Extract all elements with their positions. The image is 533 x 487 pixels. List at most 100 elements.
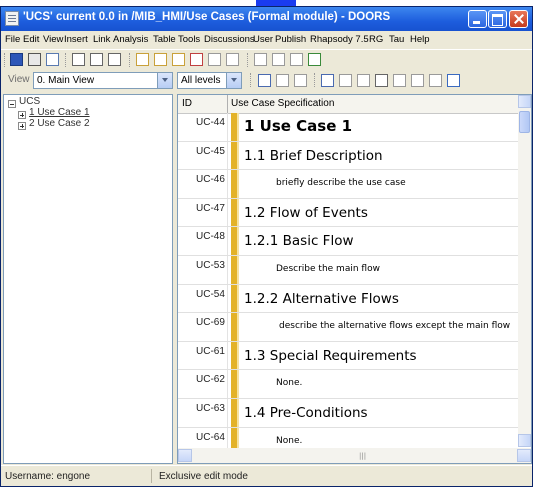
vertical-scrollbar[interactable] [518, 95, 531, 447]
scroll-thumb[interactable] [519, 111, 530, 133]
table-insert-icon[interactable] [154, 53, 167, 66]
table-row[interactable]: UC-44 1 Use Case 1 [178, 113, 518, 142]
table-row[interactable]: UC-62 None. [178, 370, 518, 399]
link-target-icon[interactable] [290, 53, 303, 66]
cut-icon[interactable] [294, 74, 307, 87]
table-row[interactable]: UC-69 describe the alternative flows exce… [178, 313, 518, 342]
table-delete-icon[interactable] [190, 53, 203, 66]
horizontal-scrollbar[interactable]: ||| [178, 448, 531, 463]
scroll-left-button[interactable] [178, 449, 192, 462]
menu-table[interactable]: Table [153, 34, 176, 45]
link-icon[interactable] [254, 53, 267, 66]
share-icon[interactable] [357, 74, 370, 87]
menu-discussions[interactable]: Discussions [204, 34, 255, 45]
scroll-up-button[interactable] [518, 95, 531, 108]
menu-edit[interactable]: Edit [23, 34, 39, 45]
table-row[interactable]: UC-46 briefly describe the use case [178, 170, 518, 199]
filter-icon[interactable] [393, 74, 406, 87]
chevron-down-icon[interactable] [226, 73, 241, 88]
object-text[interactable]: None. [276, 436, 302, 446]
column-icon[interactable] [411, 74, 424, 87]
sort-icon[interactable] [447, 74, 460, 87]
link-source-icon[interactable] [272, 53, 285, 66]
scroll-right-button[interactable] [517, 449, 531, 462]
tree-node-root[interactable]: UCS [19, 96, 40, 107]
toolbar-grip [314, 73, 318, 87]
object-text[interactable]: 1.3 Special Requirements [244, 348, 417, 364]
object-text[interactable]: describe the alternative flows except th… [279, 321, 510, 331]
collapse-icon[interactable] [8, 100, 16, 108]
table-icon[interactable] [136, 53, 149, 66]
link-create-icon[interactable] [308, 53, 321, 66]
levels-select[interactable]: All levels [177, 72, 242, 89]
object-text[interactable]: 1.2.2 Alternative Flows [244, 291, 399, 307]
expand-icon[interactable] [18, 111, 26, 119]
insert-below-icon[interactable] [90, 53, 103, 66]
table-row[interactable]: UC-61 1.3 Special Requirements [178, 341, 518, 371]
change-marker [231, 398, 239, 427]
object-text[interactable]: 1 Use Case 1 [244, 117, 352, 135]
maximize-button[interactable] [488, 10, 507, 28]
close-button[interactable] [509, 10, 528, 28]
hierarchy-alt-icon[interactable] [276, 74, 289, 87]
table-split-icon[interactable] [208, 53, 221, 66]
object-text[interactable]: 1.4 Pre-Conditions [244, 405, 368, 421]
menu-tools[interactable]: Tools [178, 34, 200, 45]
save-icon[interactable] [10, 53, 23, 66]
object-text[interactable]: Describe the main flow [276, 264, 380, 274]
column-divider [227, 341, 228, 370]
object-id: UC-48 [196, 231, 225, 243]
table-row[interactable]: UC-47 1.2 Flow of Events [178, 198, 518, 228]
object-text[interactable]: None. [276, 378, 302, 388]
title-bar[interactable]: 'UCS' current 0.0 in /MIB_HMI/Use Cases … [1, 7, 532, 31]
chevron-down-icon[interactable] [157, 73, 172, 88]
menu-rg[interactable]: RG [369, 34, 383, 45]
object-text[interactable]: briefly describe the use case [276, 178, 406, 188]
table-row[interactable]: UC-48 1.2.1 Basic Flow [178, 227, 518, 256]
print-icon[interactable] [28, 53, 41, 66]
outline-icon[interactable] [321, 74, 334, 87]
document-icon[interactable] [375, 74, 388, 87]
object-id: UC-47 [196, 202, 225, 214]
scroll-down-button[interactable] [518, 434, 531, 447]
object-text[interactable]: 1.1 Brief Description [244, 148, 383, 164]
table-row[interactable]: UC-54 1.2.2 Alternative Flows [178, 284, 518, 314]
menu-analysis[interactable]: Analysis [113, 34, 148, 45]
insert-object-icon[interactable] [72, 53, 85, 66]
menu-link[interactable]: Link [93, 34, 110, 45]
expand-icon[interactable] [18, 122, 26, 130]
object-id: UC-46 [196, 174, 225, 186]
column-divider[interactable] [227, 95, 228, 113]
menu-publish[interactable]: Publish [275, 34, 306, 45]
view-toolbar: View 0. Main View All levels [1, 70, 532, 92]
insert-right-icon[interactable] [108, 53, 121, 66]
menu-user[interactable]: User [253, 34, 273, 45]
menu-view[interactable]: View [43, 34, 63, 45]
table-row[interactable]: UC-53 Describe the main flow [178, 255, 518, 285]
minimize-button[interactable] [468, 10, 487, 28]
view-label: View [8, 74, 30, 85]
menu-help[interactable]: Help [410, 34, 430, 45]
menu-file[interactable]: File [5, 34, 20, 45]
tree-node-use-case-2[interactable]: 2 Use Case 2 [29, 118, 90, 129]
change-marker [231, 341, 239, 370]
object-text[interactable]: 1.2 Flow of Events [244, 205, 368, 221]
find-icon[interactable] [429, 74, 442, 87]
table-row[interactable]: UC-63 1.4 Pre-Conditions [178, 398, 518, 428]
menu-insert[interactable]: Insert [64, 34, 88, 45]
table-merge-icon[interactable] [226, 53, 239, 66]
table-row[interactable]: UC-45 1.1 Brief Description [178, 141, 518, 171]
menu-rhapsody[interactable]: Rhapsody 7.5 [310, 34, 369, 45]
column-divider [227, 198, 228, 227]
menu-tau[interactable]: Tau [389, 34, 404, 45]
graphics-icon[interactable] [339, 74, 352, 87]
explorer-tree: UCS 1 Use Case 1 2 Use Case 2 [3, 94, 173, 464]
column-header-id[interactable]: ID [182, 98, 192, 109]
properties-icon[interactable] [46, 53, 59, 66]
table-column-icon[interactable] [172, 53, 185, 66]
column-header-spec[interactable]: Use Case Specification [231, 98, 334, 109]
object-text[interactable]: 1.2.1 Basic Flow [244, 233, 354, 249]
tree-node-use-case-1[interactable]: 1 Use Case 1 [29, 107, 90, 118]
view-select[interactable]: 0. Main View [33, 72, 173, 89]
hierarchy-icon[interactable] [258, 74, 271, 87]
